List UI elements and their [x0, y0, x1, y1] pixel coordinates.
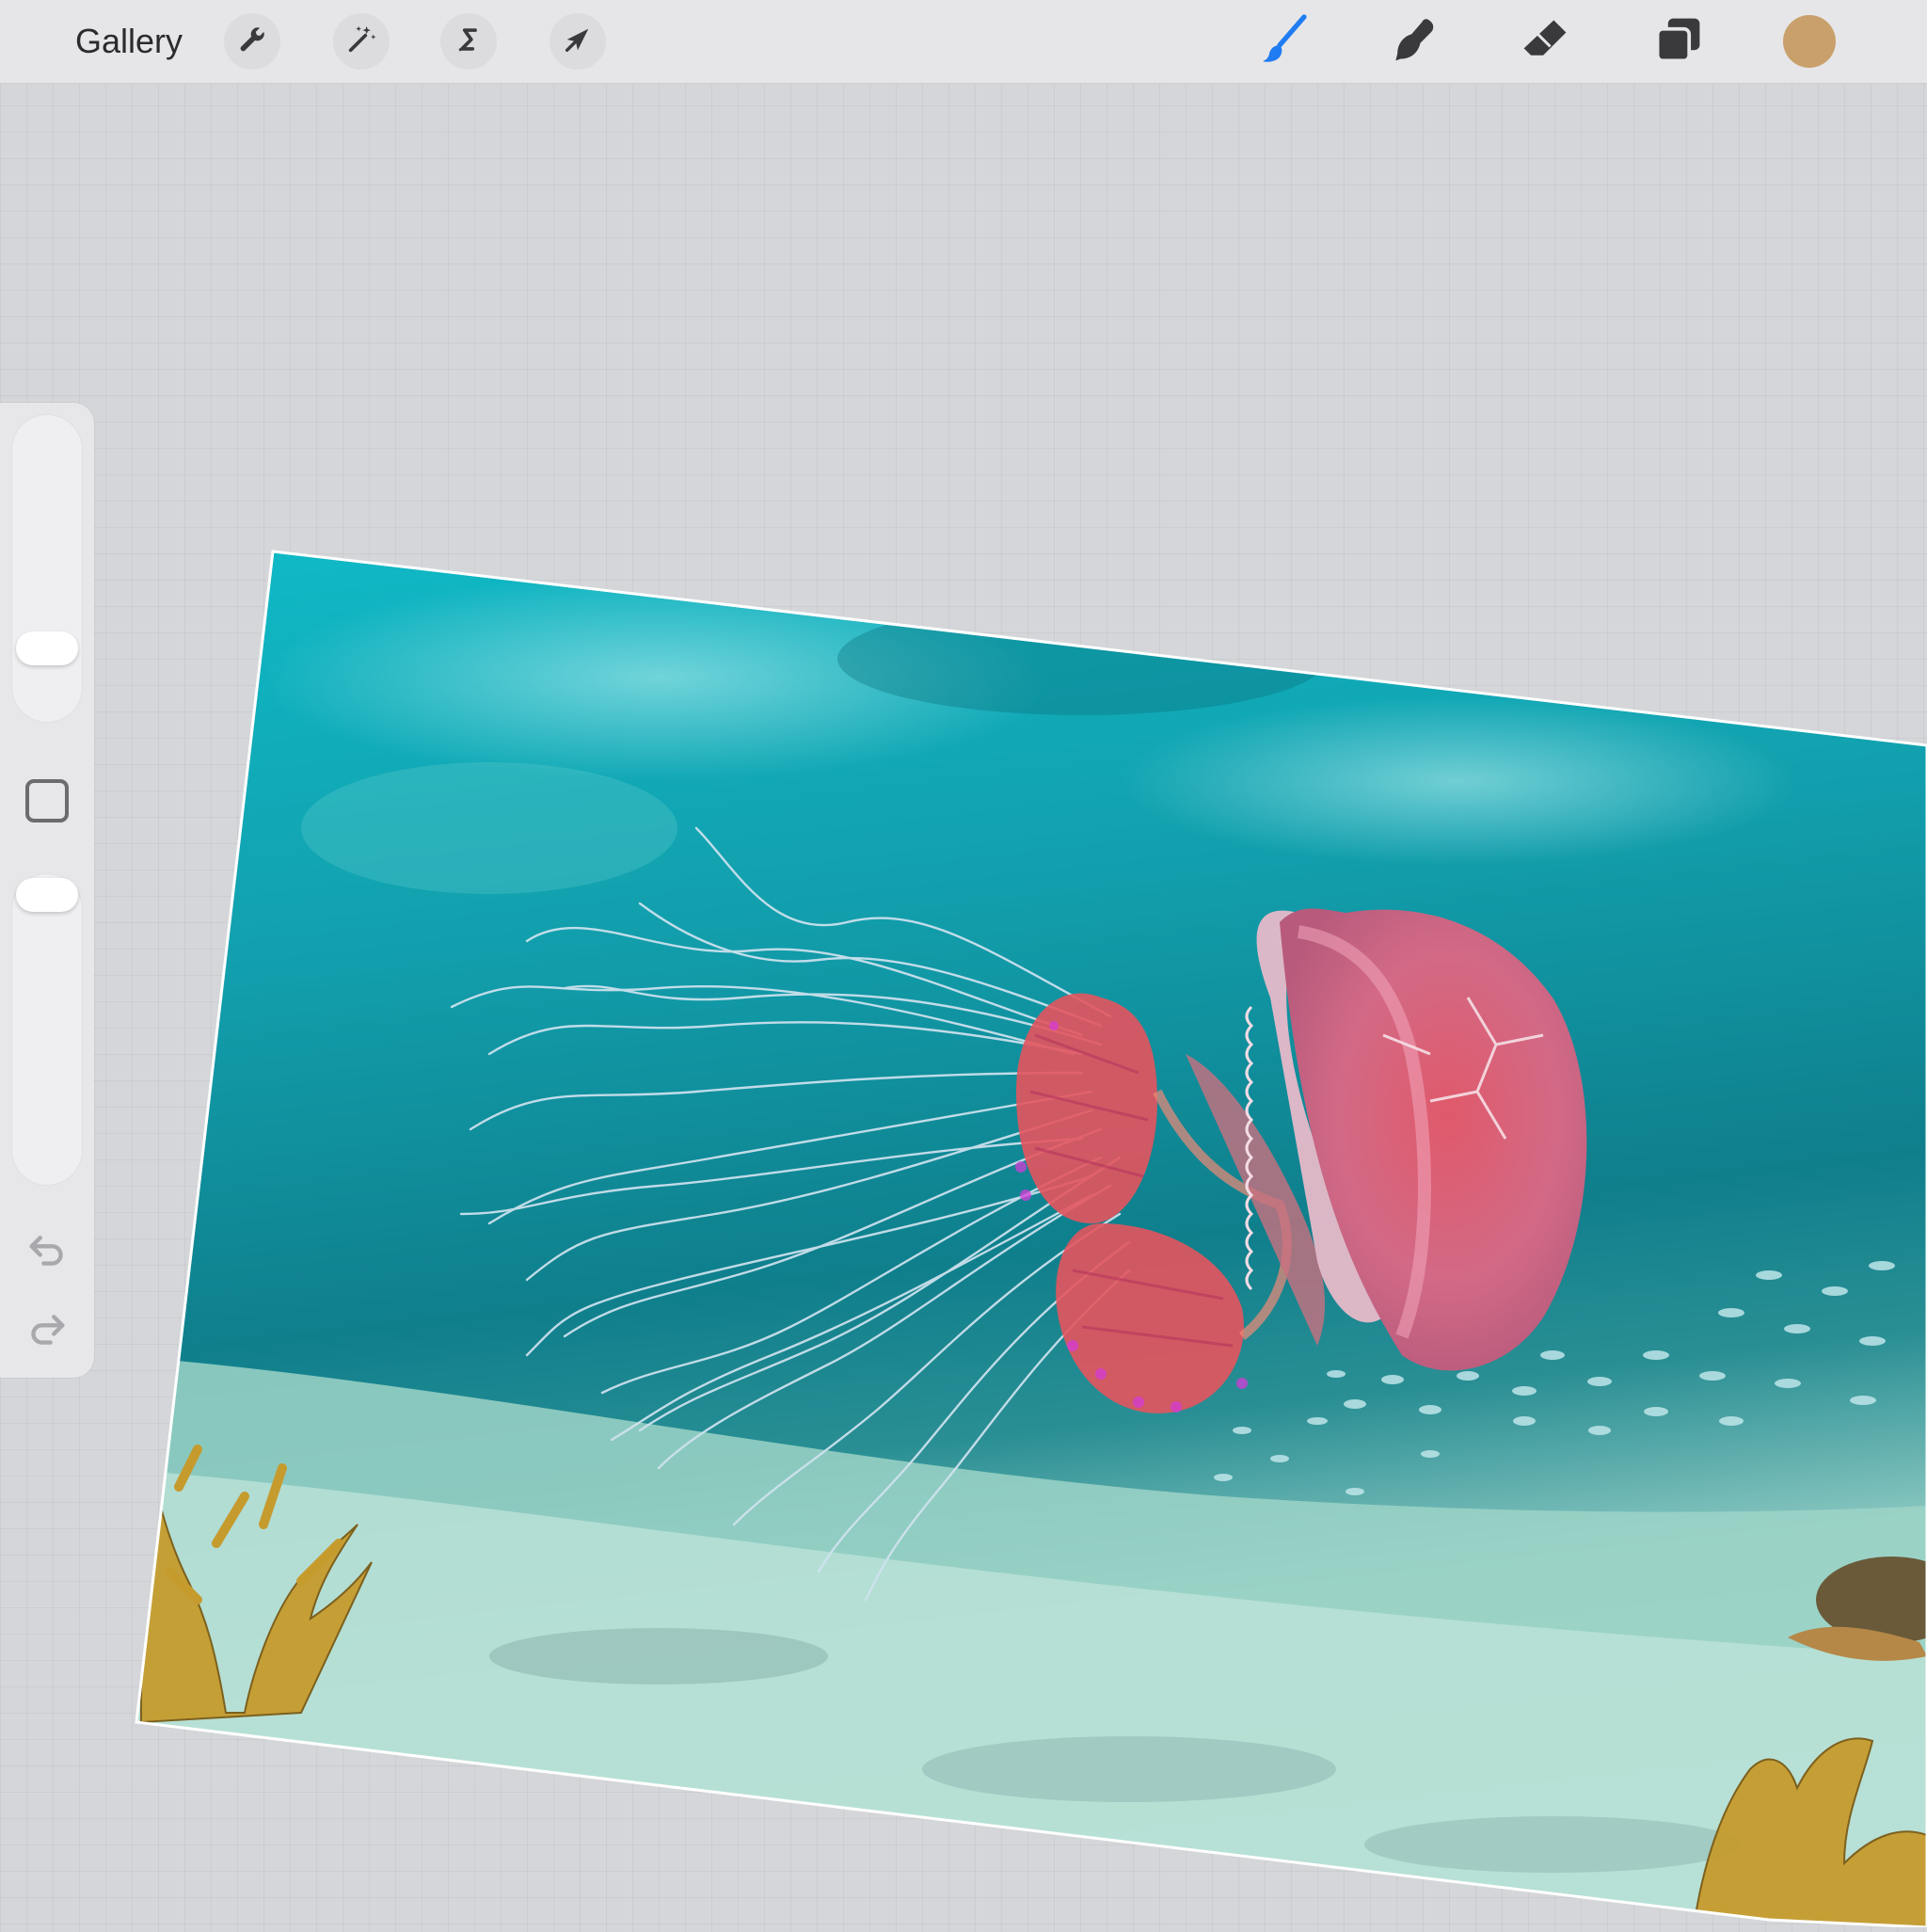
modify-button[interactable] — [25, 779, 69, 822]
redo-button[interactable] — [24, 1310, 70, 1351]
brush-icon — [1255, 11, 1312, 72]
opacity-thumb[interactable] — [16, 878, 78, 912]
brush-size-slider[interactable] — [11, 414, 83, 723]
adjustments-button[interactable] — [333, 13, 390, 70]
eraser-icon — [1519, 13, 1571, 71]
redo-icon — [26, 1310, 68, 1352]
magic-wand-icon — [345, 24, 377, 60]
undo-icon — [26, 1231, 68, 1273]
gallery-button[interactable]: Gallery — [75, 17, 183, 66]
color-picker-button[interactable] — [1783, 15, 1836, 68]
brush-tool-button[interactable] — [1253, 13, 1314, 70]
smudge-finger-icon — [1387, 13, 1440, 71]
layers-icon — [1652, 13, 1705, 71]
left-sidebar — [0, 403, 94, 1378]
smudge-tool-button[interactable] — [1383, 13, 1443, 70]
brush-size-thumb[interactable] — [16, 631, 78, 665]
transform-button[interactable] — [549, 13, 606, 70]
eraser-tool-button[interactable] — [1515, 13, 1575, 70]
layers-button[interactable] — [1648, 13, 1709, 70]
top-toolbar: Gallery — [0, 0, 1927, 84]
canvas-area[interactable] — [0, 0, 1927, 1929]
undo-button[interactable] — [24, 1231, 70, 1272]
arrow-cursor-icon — [562, 24, 594, 60]
wrench-icon — [236, 24, 268, 60]
artwork-canvas[interactable] — [0, 0, 1927, 1929]
opacity-slider[interactable] — [11, 873, 83, 1186]
selection-button[interactable] — [440, 13, 497, 70]
selection-s-icon — [453, 24, 485, 60]
actions-button[interactable] — [224, 13, 280, 70]
